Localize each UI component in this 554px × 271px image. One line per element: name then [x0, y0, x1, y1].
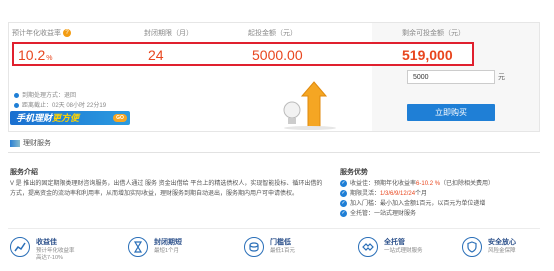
- intro-title: 服务介绍: [10, 169, 38, 176]
- divider: [8, 228, 540, 229]
- countdown: 距离截止：02天 08小时 22分19: [14, 100, 106, 109]
- check-icon: ✓: [340, 179, 347, 187]
- rate-label: 预计年化收益率?: [12, 28, 71, 38]
- mobile-promo-banner[interactable]: 手机理财更方便 GO: [10, 111, 130, 125]
- advantage-item: ✓ 收益佳：预期年化收益率6-10.2 %（已扣除相关费用）: [340, 179, 495, 187]
- divider: [8, 152, 540, 153]
- check-icon: ✓: [340, 199, 347, 207]
- feature-title: 门槛低: [270, 239, 291, 246]
- growth-illustration: [280, 80, 340, 130]
- buy-now-button[interactable]: 立即购买: [407, 104, 495, 121]
- help-icon[interactable]: ?: [63, 29, 71, 38]
- feature-title: 封闭期短: [154, 239, 182, 246]
- product-page: 预计年化收益率? 封闭期限（月） 起投金额（元） 剩余可投金额（元） 10.2%…: [0, 0, 554, 271]
- rate-value: 10.2%: [18, 47, 53, 63]
- fund-service-label: 理财服务: [10, 138, 51, 148]
- feature-title: 全托管: [384, 239, 405, 246]
- amount-unit: 元: [498, 74, 505, 81]
- go-badge: GO: [113, 114, 127, 122]
- advantages-title: 服务优势: [340, 169, 368, 176]
- intro-text: V 是 推出的固定期限类理财咨询服务，出借人通过 服务 资金出借给 平台上的精选…: [10, 181, 323, 197]
- advantage-item: ✓ 期限灵活：1/3/6/9/12/24个月: [340, 189, 428, 197]
- feature-subtitle: 一站式理财服务: [384, 248, 423, 254]
- shield-icon: [462, 237, 482, 257]
- info-dot-icon: [14, 92, 19, 98]
- fund-logo-icon: [10, 139, 20, 147]
- check-icon: ✓: [340, 189, 347, 197]
- metrics-highlight-box: 10.2% 24 5000.00 519,000: [12, 42, 474, 66]
- min-amount-label: 起投金额（元）: [248, 30, 297, 37]
- expire-method: 到期处理方式：退回: [14, 90, 76, 99]
- feature-title: 收益佳: [36, 239, 57, 246]
- metric-labels: 预计年化收益率? 封闭期限（月） 起投金额（元） 剩余可投金额（元）: [8, 28, 540, 42]
- handshake-icon: [358, 237, 378, 257]
- coin-icon: [244, 237, 264, 257]
- remaining-value: 519,000: [402, 47, 453, 63]
- min-amount-value: 5000.00: [252, 47, 303, 63]
- feature-subtitle: 预计年化收益率 高达7-10%: [36, 248, 75, 261]
- feature-subtitle: 最短1个月: [154, 248, 180, 254]
- amount-input[interactable]: [407, 70, 495, 84]
- advantage-item: ✓ 加入门槛：最小加入金额1百元，以百元为单位递增: [340, 199, 486, 207]
- check-icon: ✓: [340, 209, 347, 217]
- feature-subtitle: 风险金保障: [488, 248, 516, 254]
- feature-subtitle: 最低1百元: [270, 248, 296, 254]
- clock-icon: [14, 102, 19, 108]
- trend-icon: [10, 237, 30, 257]
- period-value: 24: [148, 47, 164, 63]
- advantage-item: ✓ 全托管：一站式理财服务: [340, 209, 417, 217]
- hourglass-icon: [128, 237, 148, 257]
- remaining-label: 剩余可投金额（元）: [402, 30, 465, 37]
- period-label: 封闭期限（月）: [144, 30, 193, 37]
- feature-title: 安全放心: [488, 239, 516, 246]
- advantages-list: ✓ 收益佳：预期年化收益率6-10.2 %（已扣除相关费用） ✓ 期限灵活：1/3/…: [340, 179, 545, 219]
